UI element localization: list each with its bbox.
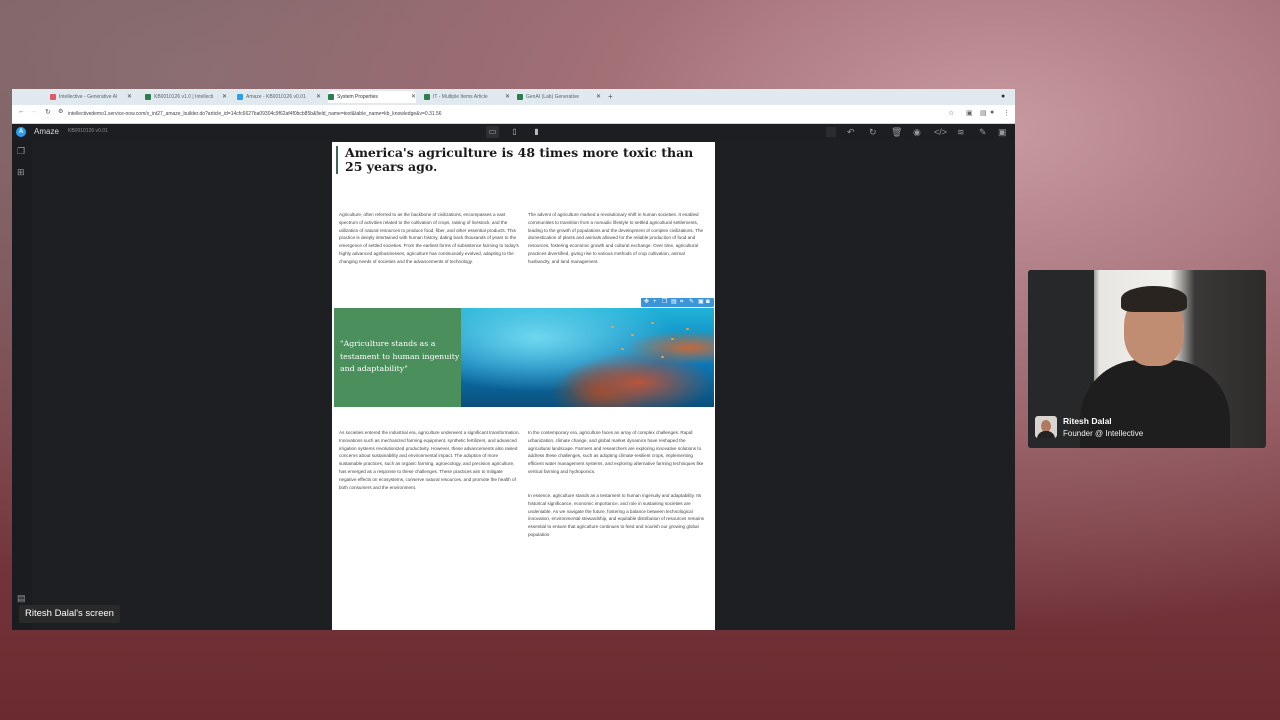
undo-icon[interactable]: ↶	[847, 126, 855, 138]
fish-shape	[621, 348, 624, 350]
back-icon[interactable]: ←	[18, 108, 25, 115]
amaze-logo-icon: A	[16, 127, 26, 137]
presenter-role: Founder @ Intellective	[1063, 429, 1144, 438]
close-tab-icon[interactable]: ✕	[222, 91, 227, 103]
presenter-nametag: Ritesh Dalal Founder @ Intellective	[1033, 413, 1193, 443]
add-icon[interactable]: +	[653, 298, 657, 307]
redo-icon[interactable]: ↻	[869, 126, 877, 138]
extensions-icon[interactable]: ▣	[966, 109, 973, 117]
tab-search-icon[interactable]: ●	[1001, 91, 1005, 103]
quote-block[interactable]: "Agriculture stands as a testament to hu…	[334, 308, 461, 407]
fish-shape	[661, 356, 664, 358]
url-input[interactable]: intellectivedemo1.service-now.com/x_int2…	[68, 108, 938, 120]
article-page: America's agriculture is 48 times more t…	[332, 142, 715, 630]
fish-shape	[686, 328, 689, 330]
article-version: KB0010126 v0.01	[68, 128, 108, 134]
fish-shape	[611, 326, 614, 328]
browser-tab-4-active[interactable]: System Properties ✕	[328, 91, 416, 103]
fish-shape	[671, 338, 674, 340]
presenter-hair	[1121, 286, 1187, 312]
blocks-icon[interactable]: ⊞	[17, 167, 25, 178]
pull-quote: "Agriculture stands as a testament to hu…	[340, 339, 460, 373]
desktop-view-icon[interactable]: ▭	[486, 126, 499, 138]
attach-icon[interactable]: ✎	[979, 126, 987, 138]
save-icon[interactable]: ▣	[998, 126, 1007, 138]
tablet-view-icon[interactable]: ▯	[508, 126, 521, 138]
tab-favicon-icon	[517, 93, 523, 100]
tab-favicon-icon	[145, 93, 151, 100]
close-icon[interactable]: ◙	[706, 298, 710, 307]
layers-icon[interactable]: ≋	[957, 126, 965, 138]
browser-tab-1[interactable]: Intellective - Generative AI ✕	[50, 91, 132, 103]
intro-left-paragraph[interactable]: Agriculture, often referred to as the ba…	[339, 211, 520, 266]
body-left-paragraph[interactable]: As societies entered the industrial era,…	[339, 429, 520, 491]
image-toolbar: ✥ + ❐ ▤ ⌗ ✎ ▣ ◙	[641, 298, 714, 307]
screen-share-label: Ritesh Dalal's screen	[19, 605, 120, 623]
address-bar: ← → ↻ ⚙ intellectivedemo1.service-now.co…	[12, 105, 1015, 124]
fish-shape	[631, 334, 634, 336]
tab-favicon-icon	[237, 93, 243, 100]
avatar	[1035, 416, 1057, 438]
close-tab-icon[interactable]: ✕	[127, 91, 132, 103]
copy-icon[interactable]: ❐	[662, 298, 667, 307]
close-tab-icon[interactable]: ✕	[411, 91, 416, 103]
duplicate-icon[interactable]: ▤	[671, 298, 677, 307]
presenter-video: Ritesh Dalal Founder @ Intellective	[1028, 270, 1266, 448]
new-tab-icon[interactable]: +	[608, 91, 613, 103]
presenter-name: Ritesh Dalal	[1063, 416, 1112, 426]
article-headline[interactable]: America's agriculture is 48 times more t…	[336, 146, 705, 174]
browser-tab-5[interactable]: IT - Multiple Items Article ✕	[424, 91, 510, 103]
browser-tab-6[interactable]: GenAI (Lab) Generative ✕	[517, 91, 601, 103]
close-tab-icon[interactable]: ✕	[505, 91, 510, 103]
tab-favicon-icon	[424, 93, 430, 100]
editor-sidebar: ❐ ⊞ ▤	[12, 140, 32, 630]
file-icon[interactable]: ▤	[17, 593, 26, 604]
browser-menu-icon[interactable]: ⋮	[1003, 109, 1010, 117]
select-tool-icon[interactable]	[826, 127, 836, 137]
reload-icon[interactable]: ↻	[45, 108, 51, 116]
app-name: Amaze	[34, 127, 59, 136]
close-tab-icon[interactable]: ✕	[316, 91, 321, 103]
browser-tab-bar: Intellective - Generative AI ✕ KB0010126 …	[12, 89, 1015, 105]
sidebar-toggle-icon[interactable]: ▤	[980, 109, 987, 117]
delete-icon[interactable]: 🗑	[891, 126, 902, 138]
body-right-paragraph-1[interactable]: In the contemporary era, agriculture fac…	[528, 429, 708, 476]
body-right-paragraph-2[interactable]: In essence, agriculture stands as a test…	[528, 492, 708, 539]
browser-tab-2[interactable]: KB0010126 v1.0 | Intellecti ✕	[145, 91, 227, 103]
amaze-app-bar: A Amaze KB0010126 v0.01 ▭ ▯ ▮ ↶ ↻ 🗑 ◉ </…	[12, 124, 1015, 140]
pages-icon[interactable]: ❐	[17, 146, 25, 157]
crop-icon[interactable]: ⌗	[680, 298, 683, 307]
intro-right-paragraph[interactable]: The advent of agriculture marked a revol…	[528, 211, 708, 266]
shared-screen: Intellective - Generative AI ✕ KB0010126 …	[12, 89, 1015, 630]
tab-favicon-icon	[50, 93, 56, 100]
edit-icon[interactable]: ✎	[689, 298, 694, 307]
browser-tab-3[interactable]: Amaze - KB0010126 v0.01 ✕	[237, 91, 321, 103]
coral-reef-image[interactable]	[461, 308, 714, 407]
fish-shape	[651, 322, 654, 324]
mobile-view-icon[interactable]: ▮	[530, 126, 543, 138]
site-info-icon[interactable]: ⚙	[58, 108, 63, 115]
forward-icon[interactable]: →	[30, 108, 37, 115]
tab-favicon-icon	[328, 93, 334, 100]
close-tab-icon[interactable]: ✕	[596, 91, 601, 103]
remove-icon[interactable]: ▣	[698, 298, 704, 307]
profile-icon[interactable]: ●	[990, 109, 994, 116]
move-icon[interactable]: ✥	[644, 298, 649, 307]
preview-icon[interactable]: ◉	[913, 126, 921, 138]
code-icon[interactable]: </>	[934, 126, 947, 138]
bookmark-star-icon[interactable]: ☆	[948, 109, 954, 117]
